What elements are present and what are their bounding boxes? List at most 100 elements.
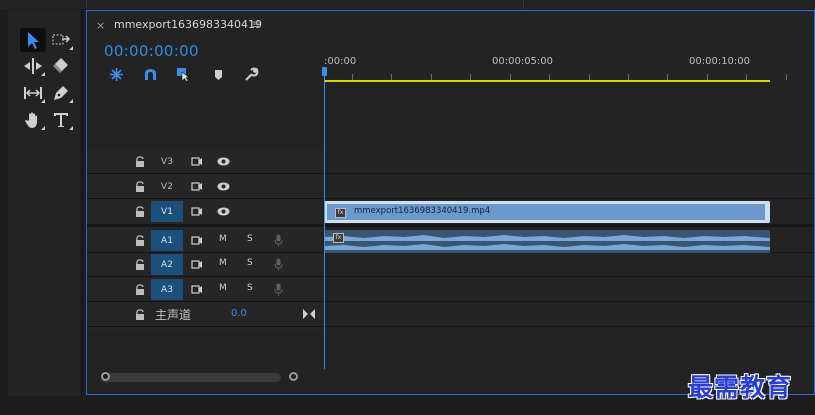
microphone-icon[interactable]: [274, 234, 283, 247]
type-tool[interactable]: [48, 108, 74, 132]
track-target-a1[interactable]: A1: [151, 230, 183, 251]
snap-button[interactable]: [141, 65, 159, 83]
tool-flyout-marker: [69, 99, 73, 103]
track-header: V3: [87, 150, 323, 173]
track-target-v1[interactable]: V1: [151, 201, 183, 222]
add-marker-button[interactable]: [209, 65, 227, 83]
hand-tool[interactable]: [20, 108, 46, 132]
video-clip[interactable]: fx mmexport1636983340419.mp4: [324, 201, 770, 223]
video-clip-name: mmexport1636983340419.mp4: [354, 206, 491, 216]
fx-badge: fx: [333, 233, 344, 243]
top-divider: [86, 0, 87, 9]
linked-selection-icon: [176, 67, 190, 82]
track-header: A1 M S: [87, 229, 323, 252]
playhead-timecode[interactable]: 00:00:00:00: [104, 42, 199, 60]
track-header: V1: [87, 200, 323, 224]
sync-lock-icon[interactable]: [191, 235, 203, 246]
fx-badge: fx: [335, 208, 346, 218]
pen-tool[interactable]: [48, 81, 74, 105]
ruler-label: 00:00:10:00: [689, 56, 751, 67]
nest-sequence-icon: [109, 67, 123, 81]
track-header: A3 M S: [87, 278, 323, 301]
microphone-icon[interactable]: [274, 258, 283, 271]
timeline-panel: × mmexport1636983340419 ≡ 00:00:00:00 :0…: [86, 10, 815, 395]
track-target-a2[interactable]: A2: [151, 254, 183, 275]
mute-button[interactable]: M: [219, 258, 227, 268]
tab-close-button[interactable]: ×: [96, 19, 105, 32]
slip-tool-icon: [24, 87, 42, 99]
tool-flyout-marker: [41, 72, 45, 76]
scrollbar-thumb[interactable]: [101, 373, 281, 382]
mute-button[interactable]: M: [219, 234, 227, 244]
sync-lock-icon[interactable]: [191, 284, 203, 295]
top-bar: [0, 0, 815, 9]
video-track-v2: V2: [87, 175, 814, 199]
master-volume-value[interactable]: 0.0: [231, 308, 247, 319]
eye-icon[interactable]: [217, 207, 230, 216]
work-area-bar[interactable]: [324, 80, 770, 82]
eye-icon[interactable]: [217, 182, 230, 191]
track-select-tool-icon: [52, 34, 71, 45]
audio-clip[interactable]: fx: [324, 230, 770, 253]
lock-icon[interactable]: [135, 284, 145, 295]
ripple-edit-tool-icon: [24, 58, 42, 74]
ruler-label: 00:00:05:00: [492, 56, 554, 67]
top-divider: [523, 0, 524, 9]
video-clip-body: fx mmexport1636983340419.mp4: [327, 204, 765, 220]
track-target-a3[interactable]: A3: [151, 279, 183, 300]
eye-icon[interactable]: [217, 157, 230, 166]
lock-icon[interactable]: [135, 156, 145, 167]
ruler-tick: [786, 74, 787, 80]
video-track-v3: V3: [87, 150, 814, 174]
track-target-v2[interactable]: V2: [151, 176, 183, 197]
razor-tool[interactable]: [48, 54, 74, 78]
type-tool-icon: [54, 113, 68, 127]
sync-lock-icon[interactable]: [191, 259, 203, 270]
scrollbar-right-handle[interactable]: [289, 372, 298, 381]
track-header: V2: [87, 175, 323, 198]
tool-flyout-marker: [69, 126, 73, 130]
track-target-v3[interactable]: V3: [151, 151, 183, 172]
lock-icon[interactable]: [135, 206, 145, 217]
microphone-icon[interactable]: [274, 283, 283, 296]
ripple-edit-tool[interactable]: [20, 54, 46, 78]
sync-lock-icon[interactable]: [191, 156, 203, 167]
nest-sequence-button[interactable]: [107, 65, 125, 83]
solo-button[interactable]: S: [247, 258, 253, 268]
audio-track-a3: A3 M S: [87, 278, 814, 302]
linked-selection-button[interactable]: [174, 65, 192, 83]
sync-lock-icon[interactable]: [191, 206, 203, 217]
hand-tool-icon: [25, 112, 37, 128]
mute-button[interactable]: M: [219, 283, 227, 293]
track-header: 主声道 0.0: [87, 303, 323, 326]
selection-tool-icon: [28, 32, 39, 49]
lock-icon[interactable]: [135, 309, 145, 320]
slip-tool[interactable]: [20, 81, 46, 105]
lock-icon[interactable]: [135, 235, 145, 246]
scrollbar-left-handle[interactable]: [101, 372, 110, 381]
go-to-end-icon[interactable]: [303, 309, 315, 319]
selection-tool[interactable]: [20, 28, 46, 52]
watermark: 最需教育: [688, 373, 793, 402]
timeline-settings-icon: [244, 67, 258, 81]
timeline-settings-button[interactable]: [242, 65, 260, 83]
solo-button[interactable]: S: [247, 283, 253, 293]
playhead-handle[interactable]: [322, 67, 327, 76]
solo-button[interactable]: S: [247, 234, 253, 244]
tool-flyout-marker: [69, 46, 73, 50]
track-select-tool[interactable]: [48, 28, 74, 52]
sync-lock-icon[interactable]: [191, 181, 203, 192]
ruler-label: :00:00: [324, 56, 357, 67]
track-header: A2 M S: [87, 253, 323, 276]
razor-tool-icon: [53, 58, 68, 73]
panel-menu-icon[interactable]: ≡: [251, 17, 261, 31]
audio-track-a2: A2 M S: [87, 253, 814, 277]
pen-tool-icon: [54, 86, 68, 100]
tools-panel: [8, 10, 82, 396]
master-track: 主声道 0.0: [87, 303, 814, 327]
lock-icon[interactable]: [135, 181, 145, 192]
horizontal-zoom-scrollbar[interactable]: [101, 372, 298, 382]
sequence-tab-title[interactable]: mmexport1636983340419: [114, 18, 262, 31]
master-track-label: 主声道: [155, 308, 192, 322]
lock-icon[interactable]: [135, 259, 145, 270]
